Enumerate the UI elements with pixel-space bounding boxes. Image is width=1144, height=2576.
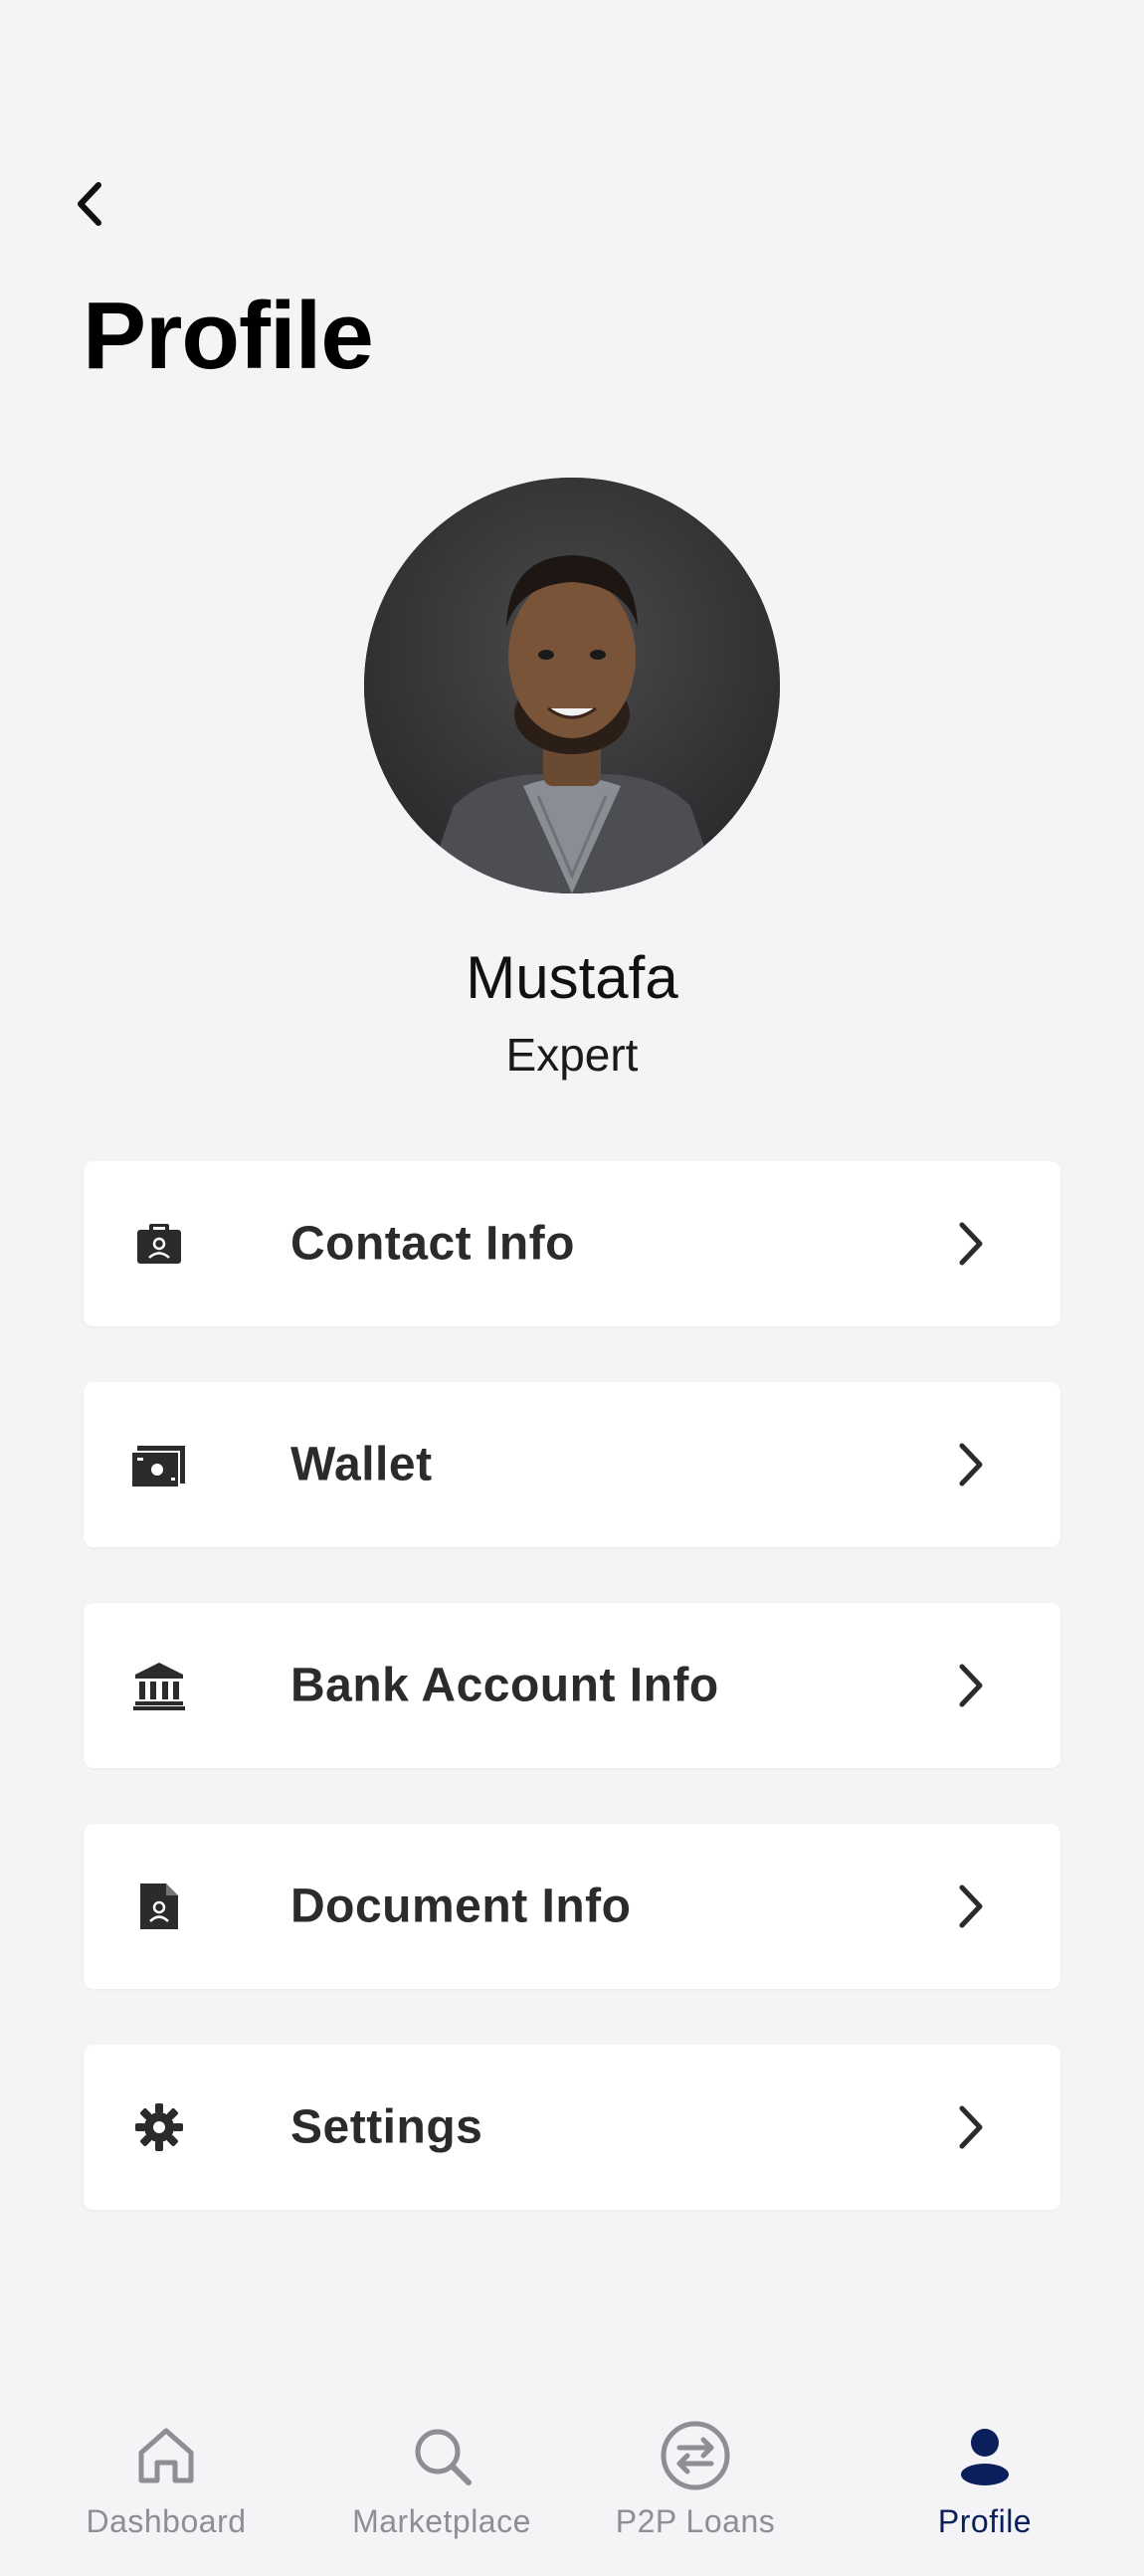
chevron-left-icon — [78, 182, 101, 226]
bottom-nav: Dashboard Marketplace P2P Loans Profile — [0, 2388, 1144, 2576]
nav-profile[interactable]: Profile — [875, 2418, 1094, 2540]
profile-role: Expert — [505, 1029, 639, 1081]
settings-item[interactable]: Settings — [84, 2045, 1060, 2210]
search-icon — [332, 2418, 551, 2493]
nav-p2p-loans[interactable]: P2P Loans — [586, 2418, 805, 2540]
page-title: Profile — [83, 283, 374, 389]
bank-account-info-item[interactable]: Bank Account Info — [84, 1603, 1060, 1768]
document-info-item[interactable]: Document Info — [84, 1824, 1060, 1989]
contact-card-icon — [127, 1212, 191, 1276]
document-info-label: Document Info — [290, 1880, 632, 1933]
bank-account-info-label: Bank Account Info — [290, 1659, 719, 1712]
home-icon — [57, 2418, 276, 2493]
bank-icon — [127, 1654, 191, 1717]
chevron-right-icon — [951, 1658, 991, 1713]
chevron-right-icon — [951, 1437, 991, 1492]
document-person-icon — [127, 1875, 191, 1938]
back-button[interactable] — [60, 169, 119, 239]
nav-p2p-loans-label: P2P Loans — [615, 2503, 776, 2539]
nav-dashboard[interactable]: Dashboard — [57, 2418, 276, 2540]
chevron-right-icon — [951, 2099, 991, 2155]
chevron-right-icon — [951, 1879, 991, 1934]
contact-info-label: Contact Info — [290, 1217, 575, 1271]
contact-info-item[interactable]: Contact Info — [84, 1161, 1060, 1326]
profile-name: Mustafa — [466, 944, 678, 1011]
wallet-icon — [127, 1433, 191, 1496]
gear-icon — [127, 2095, 191, 2159]
nav-dashboard-label: Dashboard — [86, 2503, 247, 2539]
nav-marketplace-label: Marketplace — [352, 2503, 531, 2539]
person-icon — [875, 2418, 1094, 2493]
settings-label: Settings — [290, 2100, 483, 2154]
wallet-item[interactable]: Wallet — [84, 1382, 1060, 1547]
wallet-label: Wallet — [290, 1438, 433, 1491]
avatar — [364, 478, 780, 893]
chevron-right-icon — [951, 1216, 991, 1272]
profile-menu: Contact Info Wallet Bank Account Info Do… — [84, 1161, 1060, 2266]
exchange-arrows-icon — [586, 2418, 805, 2493]
nav-marketplace[interactable]: Marketplace — [332, 2418, 551, 2540]
nav-profile-label: Profile — [937, 2503, 1033, 2539]
